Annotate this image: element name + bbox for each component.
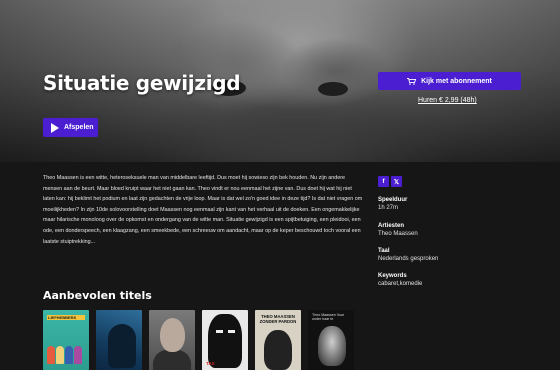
- recommended-title: Aanbevolen titels: [43, 289, 152, 302]
- meta-duration: Speelduur 1h 27m: [378, 196, 407, 212]
- meta-artists: Artiesten Theo Maassen: [378, 222, 418, 238]
- poster-figure: [74, 346, 82, 364]
- poster-text: TAX: [206, 361, 215, 366]
- play-button-label: Afspelen: [64, 124, 94, 131]
- meta-language-label: Taal: [378, 248, 390, 254]
- meta-keywords-value: cabaret,komedie: [378, 281, 423, 287]
- meta-duration-value: 1h 27m: [378, 205, 399, 211]
- subscribe-button[interactable]: Kijk met abonnement: [378, 72, 521, 90]
- poster-face: [264, 330, 292, 370]
- share-buttons: f 𝕏: [378, 176, 402, 187]
- poster-figure: [47, 346, 55, 364]
- poster-figure: [56, 346, 64, 364]
- meta-language-value: Nederlands gesproken: [378, 256, 439, 262]
- poster-figure: [65, 346, 73, 364]
- rent-link[interactable]: Huren € 2,99 (48h): [418, 97, 477, 104]
- poster-card[interactable]: [149, 310, 195, 370]
- poster-text: THEO MAASSEN ZONDER PARDON: [259, 314, 297, 324]
- poster-card[interactable]: THEO MAASSEN ZONDER PARDON: [255, 310, 301, 370]
- play-icon: [51, 122, 59, 133]
- play-button[interactable]: Afspelen: [43, 118, 98, 137]
- meta-keywords: Keywords cabaret,komedie: [378, 272, 422, 288]
- meta-language: Taal Nederlands gesproken: [378, 247, 438, 263]
- poster-body: [153, 350, 191, 370]
- poster-eye: [228, 330, 235, 333]
- subscribe-button-label: Kijk met abonnement: [421, 77, 492, 85]
- poster-card[interactable]: [96, 310, 142, 370]
- meta-artists-value: Theo Maassen: [378, 231, 418, 237]
- recommended-list: LIEFHEBBERS TAX THEO MAASSEN ZONDER PARD…: [43, 310, 354, 370]
- poster-card[interactable]: TAX: [202, 310, 248, 370]
- poster-face: [208, 314, 242, 368]
- meta-duration-label: Speelduur: [378, 197, 408, 203]
- x-icon[interactable]: 𝕏: [391, 176, 402, 187]
- poster-card[interactable]: LIEFHEBBERS: [43, 310, 89, 370]
- poster-face: [318, 326, 346, 366]
- page-title: Situatie gewijzigd: [43, 71, 241, 95]
- poster-eye: [216, 330, 223, 333]
- meta-keywords-label: Keywords: [378, 273, 407, 279]
- poster-text: Theo Maassen Vuur onder haar te: [312, 313, 345, 322]
- poster-text: LIEFHEBBERS: [48, 315, 77, 320]
- poster-face: [108, 324, 136, 368]
- meta-artists-label: Artiesten: [378, 223, 405, 229]
- poster-card[interactable]: Theo Maassen Vuur onder haar te: [308, 310, 354, 370]
- facebook-icon[interactable]: f: [378, 176, 389, 187]
- poster-face: [160, 318, 185, 352]
- description: Theo Maassen is een witte, heteroseksuel…: [43, 175, 363, 245]
- cart-icon: [407, 77, 417, 85]
